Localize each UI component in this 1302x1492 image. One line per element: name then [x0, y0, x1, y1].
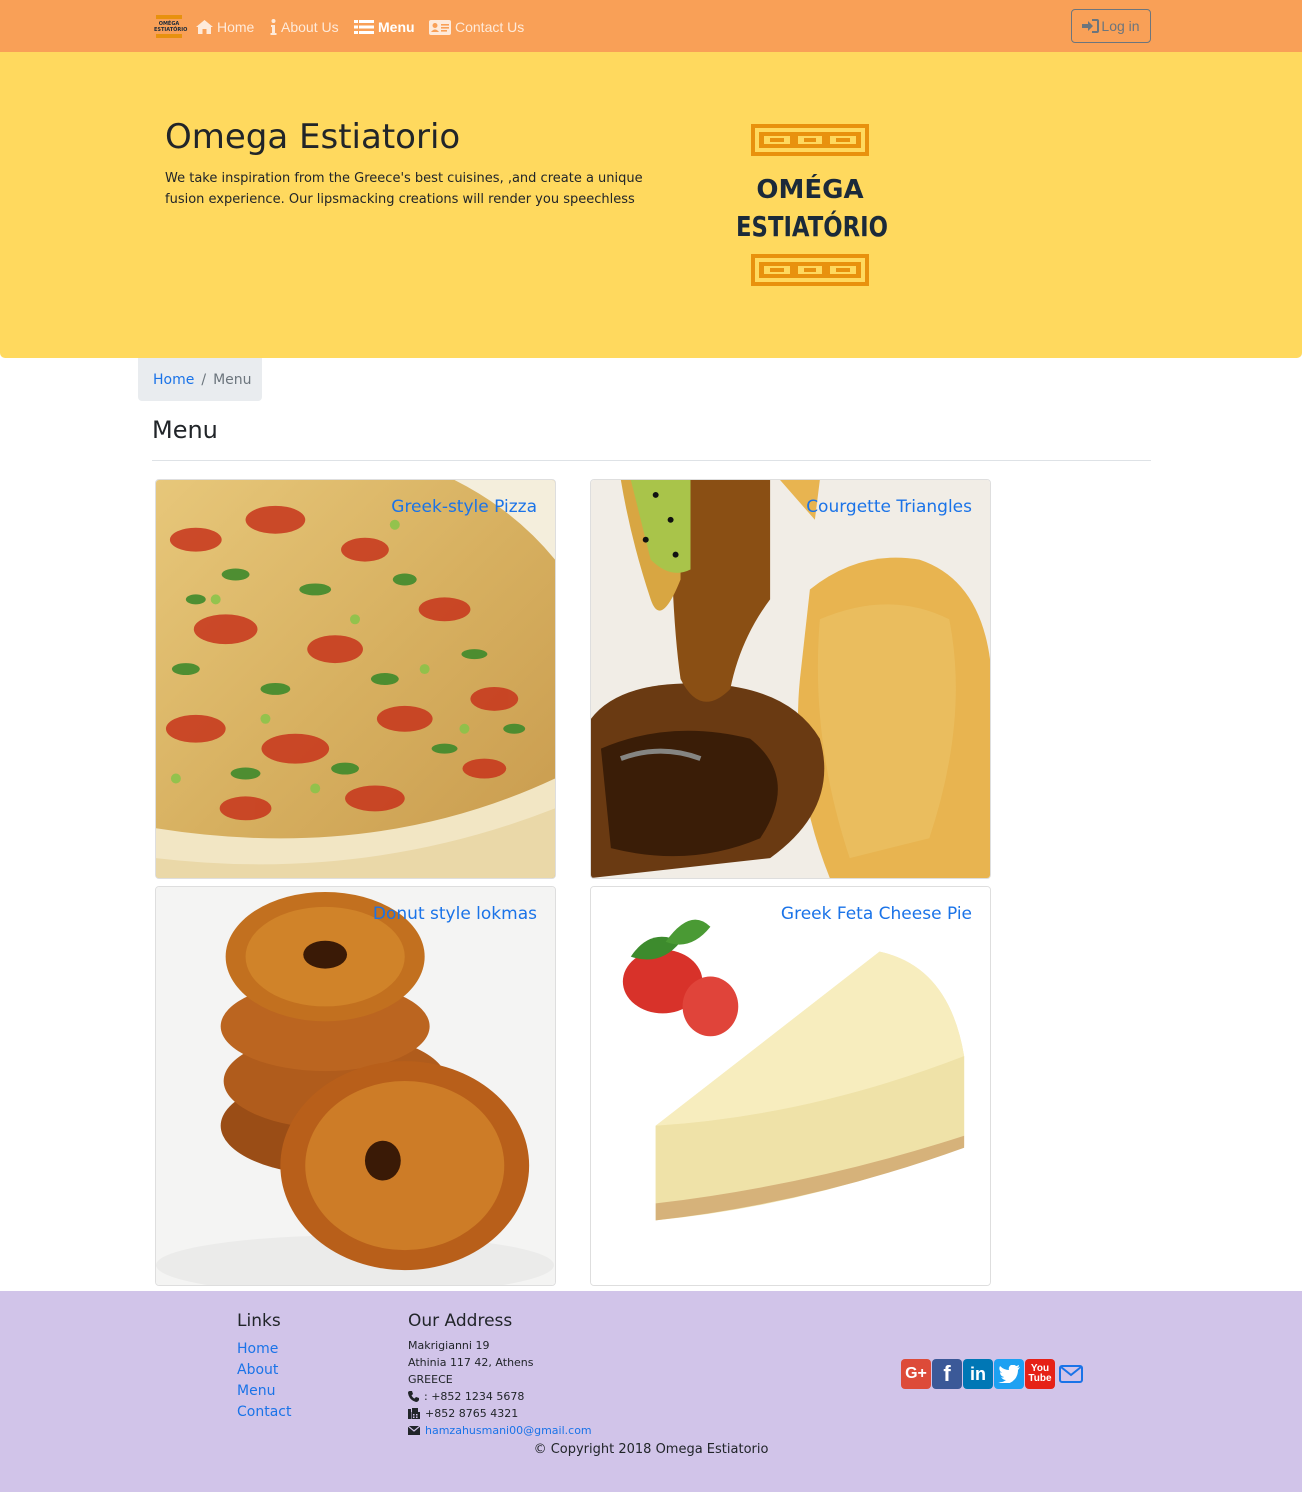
dish-title-lokmas[interactable]: Donut style lokmas	[373, 904, 537, 924]
envelope-icon	[408, 1426, 420, 1435]
footer-link-contact[interactable]: Contact	[237, 1404, 291, 1420]
dish-card-lokmas[interactable]: Donut style lokmas	[155, 886, 556, 1286]
brand-logo-text: OMÉGA ESTIATÓRIO	[154, 21, 188, 33]
footer-link-menu[interactable]: Menu	[237, 1383, 275, 1399]
dish-card-courgette[interactable]: Courgette Triangles	[590, 479, 991, 879]
facebook-icon[interactable]: f	[932, 1359, 962, 1389]
breadcrumb-current: Menu	[213, 371, 252, 388]
nav-home[interactable]: Home	[196, 17, 254, 37]
phone-number: : +852 1234 5678	[424, 1390, 525, 1403]
email-link[interactable]: hamzahusmani00@gmail.com	[425, 1424, 592, 1437]
page-title: Menu	[152, 416, 218, 444]
greek-key-pattern-top	[751, 124, 869, 156]
footer-address-heading: Our Address	[408, 1311, 513, 1331]
logo-line-2: ESTIATÓRIO	[736, 209, 888, 243]
sign-in-icon	[1082, 19, 1100, 33]
navbar: OMÉGA ESTIATÓRIO Home About Us Menu Cont…	[0, 0, 1302, 52]
brand-logo[interactable]: OMÉGA ESTIATÓRIO	[154, 14, 188, 39]
dish-title-cheese-pie[interactable]: Greek Feta Cheese Pie	[781, 904, 972, 924]
dish-card-cheese-pie[interactable]: Greek Feta Cheese Pie	[590, 886, 991, 1286]
fax-icon	[408, 1408, 420, 1419]
dish-card-pizza[interactable]: Greek-style Pizza	[155, 479, 556, 879]
linkedin-icon[interactable]: in	[963, 1359, 993, 1389]
info-icon	[270, 19, 277, 35]
twitter-icon[interactable]	[994, 1359, 1024, 1389]
title-divider	[152, 460, 1151, 461]
copyright: © Copyright 2018 Omega Estiatorio	[533, 1442, 769, 1457]
breadcrumb-home[interactable]: Home	[153, 372, 194, 388]
address-phone: : +852 1234 5678	[408, 1390, 524, 1403]
restaurant-description: We take inspiration from the Greece's be…	[165, 171, 643, 207]
courgette-triangles-image	[591, 480, 990, 878]
nav-home-label: Home	[217, 19, 255, 35]
nav-menu[interactable]: Menu	[354, 17, 415, 37]
footer-link-home[interactable]: Home	[237, 1341, 278, 1357]
nav-about-label: About Us	[281, 19, 339, 35]
address-line-1: Makrigianni 19	[408, 1339, 490, 1352]
greek-key-pattern-bottom	[751, 254, 869, 286]
restaurant-logo: OMÉGA ESTIATÓRIO	[736, 124, 888, 286]
breadcrumb-separator: /	[201, 371, 207, 388]
address-email: hamzahusmani00@gmail.com	[408, 1424, 592, 1437]
nav-menu-label: Menu	[378, 19, 415, 35]
address-line-3: GREECE	[408, 1373, 453, 1386]
logo-line-1: OMÉGA	[756, 173, 863, 205]
footer-link-about[interactable]: About	[237, 1362, 278, 1378]
donut-lokmas-image	[156, 887, 555, 1285]
phone-icon	[408, 1391, 419, 1402]
home-icon	[196, 20, 213, 34]
google-plus-icon[interactable]: G+	[901, 1359, 931, 1389]
login-button[interactable]: Log in	[1071, 9, 1151, 43]
jumbotron: Omega Estiatorio We take inspiration fro…	[0, 52, 1302, 358]
pizza-image	[156, 480, 555, 878]
login-label: Log in	[1101, 18, 1140, 34]
address-fax: +852 8765 4321	[408, 1407, 518, 1420]
nav-contact-label: Contact Us	[455, 19, 525, 35]
cheese-pie-image	[591, 887, 990, 1285]
list-icon	[354, 20, 374, 34]
footer-links-heading: Links	[237, 1311, 281, 1331]
nav-contact[interactable]: Contact Us	[429, 17, 524, 37]
address-card-icon	[429, 19, 451, 35]
address-line-2: Athinia 117 42, Athens	[408, 1356, 534, 1369]
mail-icon[interactable]	[1056, 1359, 1086, 1389]
dish-title-courgette[interactable]: Courgette Triangles	[806, 497, 972, 517]
dish-title-pizza[interactable]: Greek-style Pizza	[391, 497, 537, 517]
fax-number: +852 8765 4321	[425, 1407, 519, 1420]
nav-about[interactable]: About Us	[270, 17, 339, 37]
youtube-icon[interactable]: You Tube	[1025, 1359, 1055, 1389]
breadcrumb: Home / Menu	[138, 358, 262, 401]
restaurant-title: Omega Estiatorio	[165, 117, 461, 157]
footer	[0, 1291, 1302, 1492]
